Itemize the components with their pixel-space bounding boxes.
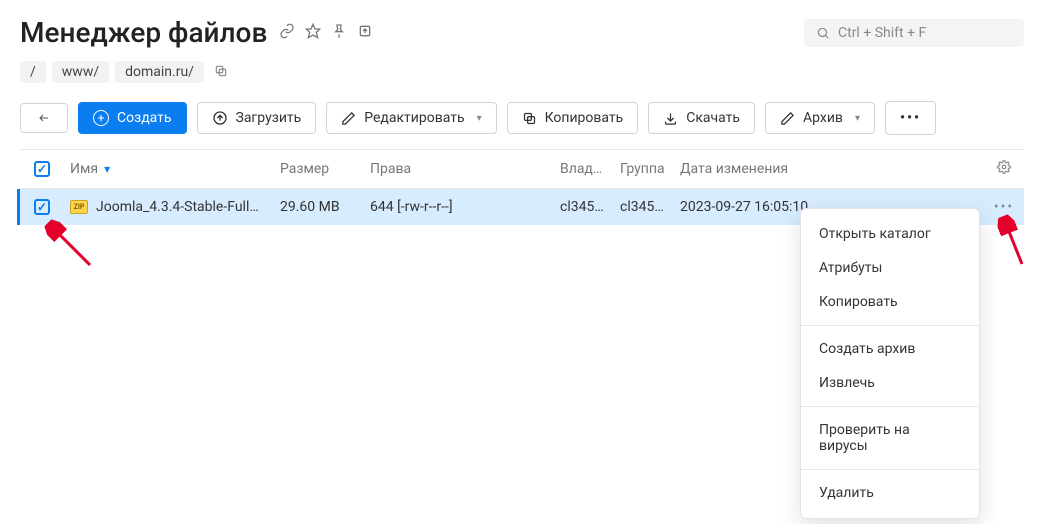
col-owner[interactable]: Влад… — [560, 161, 620, 177]
file-size: 29.60 MB — [280, 199, 370, 215]
context-menu: Открыть каталог Атрибуты Копировать Созд… — [800, 208, 980, 519]
star-icon[interactable] — [305, 23, 321, 43]
file-owner: cl345… — [560, 199, 620, 215]
edit-button[interactable]: Редактировать ▾ — [326, 102, 496, 134]
search-input[interactable]: Ctrl + Shift + F — [804, 19, 1024, 47]
plus-icon: + — [93, 110, 109, 126]
download-icon — [663, 111, 678, 126]
copy-icon — [522, 111, 537, 126]
annotation-arrow — [45, 220, 105, 284]
external-icon[interactable] — [357, 23, 373, 43]
menu-delete[interactable]: Удалить — [801, 476, 979, 510]
crumb-domain[interactable]: domain.ru/ — [115, 61, 204, 83]
col-name[interactable]: Имя▾ — [70, 161, 280, 177]
table-header: Имя▾ Размер Права Влад… Группа Дата изме… — [20, 150, 1024, 189]
select-all-checkbox[interactable] — [34, 161, 50, 177]
pin-icon[interactable] — [331, 23, 347, 43]
col-group[interactable]: Группа — [620, 161, 680, 177]
menu-extract[interactable]: Извлечь — [801, 366, 979, 400]
pencil-icon — [341, 111, 356, 126]
menu-copy[interactable]: Копировать — [801, 285, 979, 319]
archive-button[interactable]: Архив ▾ — [765, 102, 875, 134]
file-perm: 644 [-rw-r--r--] — [370, 199, 560, 215]
back-button[interactable] — [20, 103, 68, 133]
copy-path-icon[interactable] — [214, 63, 228, 82]
row-actions-button[interactable]: ••• — [984, 199, 1024, 215]
more-button[interactable]: ••• — [885, 101, 936, 135]
more-icon: ••• — [900, 110, 921, 126]
zip-icon: ZIP — [70, 200, 88, 214]
page-title: Менеджер файлов — [20, 16, 267, 49]
sort-icon: ▾ — [104, 162, 110, 176]
menu-separator — [801, 325, 979, 326]
download-button[interactable]: Скачать — [648, 102, 755, 134]
menu-separator — [801, 469, 979, 470]
menu-scan[interactable]: Проверить на вирусы — [801, 413, 979, 463]
col-perm[interactable]: Права — [370, 161, 560, 177]
upload-button[interactable]: Загрузить — [197, 102, 317, 134]
menu-attrs[interactable]: Атрибуты — [801, 251, 979, 285]
menu-separator — [801, 406, 979, 407]
copy-button[interactable]: Копировать — [507, 102, 639, 134]
row-checkbox[interactable] — [34, 199, 50, 215]
col-mtime[interactable]: Дата изменения — [680, 161, 880, 177]
upload-icon — [212, 110, 228, 126]
breadcrumb: / www/ domain.ru/ — [0, 57, 1044, 95]
menu-make-archive[interactable]: Создать архив — [801, 332, 979, 366]
file-group: cl345… — [620, 199, 680, 215]
table-settings-icon[interactable] — [984, 160, 1024, 178]
search-placeholder: Ctrl + Shift + F — [838, 25, 926, 41]
pencil-icon — [780, 111, 795, 126]
chevron-down-icon: ▾ — [855, 113, 860, 124]
link-icon[interactable] — [279, 23, 295, 43]
col-size[interactable]: Размер — [280, 161, 370, 177]
file-name: Joomla_4.3.4-Stable-Full… — [96, 199, 259, 215]
crumb-root[interactable]: / — [20, 61, 46, 83]
chevron-down-icon: ▾ — [477, 113, 482, 124]
crumb-www[interactable]: www/ — [52, 61, 109, 83]
create-button[interactable]: + Создать — [78, 102, 187, 134]
arrow-left-icon — [35, 112, 53, 124]
menu-open[interactable]: Открыть каталог — [801, 217, 979, 251]
search-icon — [816, 26, 830, 40]
